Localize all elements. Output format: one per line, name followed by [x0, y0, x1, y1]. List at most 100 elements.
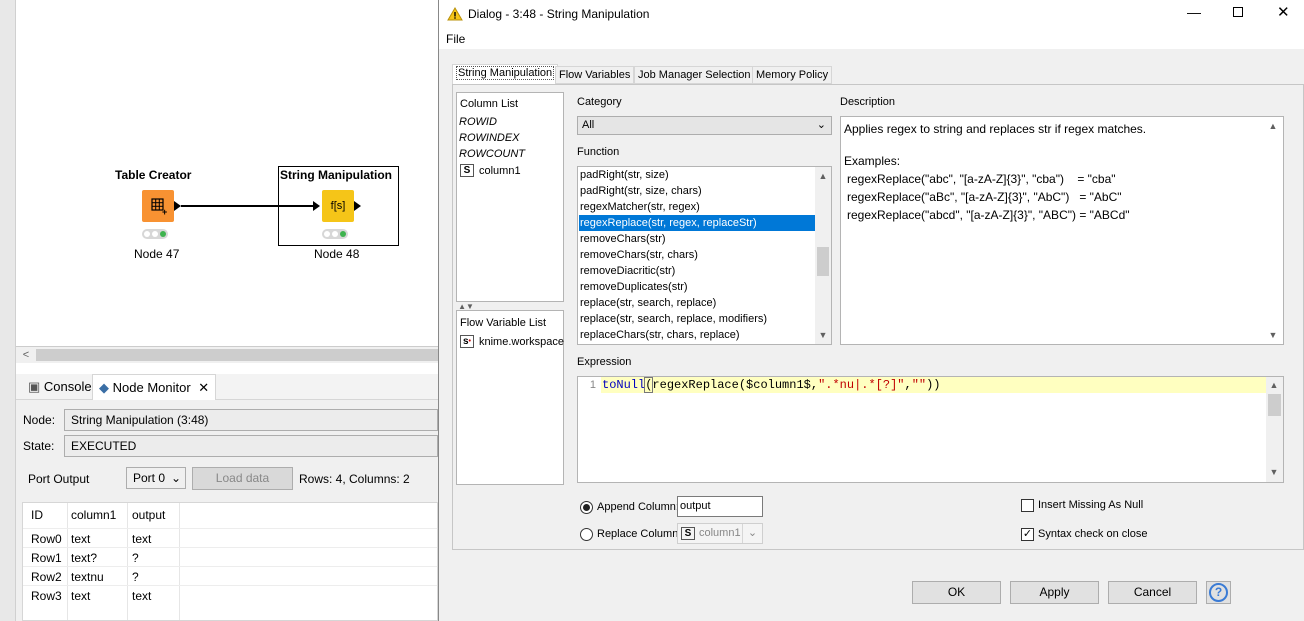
- column-item[interactable]: ROWCOUNT: [459, 148, 525, 160]
- close-icon[interactable]: ✕: [198, 380, 209, 395]
- function-item[interactable]: removeChars(str, chars): [579, 247, 815, 263]
- table-row[interactable]: Row0 text text: [23, 528, 437, 547]
- function-item[interactable]: replace(str, search, replace): [579, 295, 815, 311]
- output-port-icon: [174, 201, 181, 211]
- column-item[interactable]: column1: [479, 165, 521, 177]
- table-header[interactable]: output: [132, 508, 165, 522]
- minimize-icon[interactable]: —: [1187, 4, 1201, 20]
- cancel-button[interactable]: Cancel: [1108, 581, 1197, 604]
- insert-missing-label: Insert Missing As Null: [1038, 499, 1144, 511]
- replace-column-label: Replace Column:: [597, 528, 682, 540]
- load-data-button[interactable]: Load data: [192, 467, 293, 490]
- hscroll-thumb[interactable]: [36, 349, 438, 361]
- example-line: regexReplace("abc", "[a-zA-Z]{3}", "cba"…: [847, 172, 1116, 186]
- port-select[interactable]: Port 0 ⌄: [126, 467, 186, 489]
- node-47-status: [142, 229, 168, 239]
- close-icon[interactable]: ✕: [1277, 3, 1290, 21]
- insert-missing-checkbox[interactable]: [1021, 499, 1034, 512]
- table-cell: Row0: [31, 532, 62, 546]
- function-item[interactable]: regexMatcher(str, regex): [579, 199, 815, 215]
- tab-console[interactable]: ▣ Console: [22, 374, 98, 400]
- function-item[interactable]: padRight(str, size, chars): [579, 183, 815, 199]
- replace-column-select[interactable]: S column1 ⌄: [677, 523, 763, 544]
- expression-editor[interactable]: 1 toNull(regexReplace($column1$,".*nu|.*…: [577, 376, 1284, 483]
- apply-button[interactable]: Apply: [1010, 581, 1099, 604]
- scroll-left-icon[interactable]: <: [20, 349, 32, 361]
- flow-variable-icon: s•: [460, 335, 474, 348]
- column-item[interactable]: ROWINDEX: [459, 132, 520, 144]
- ok-button[interactable]: OK: [912, 581, 1001, 604]
- side-strip: [0, 0, 16, 621]
- scroll-down-icon[interactable]: ▼: [1268, 466, 1280, 478]
- expression-scrollbar[interactable]: ▲ ▼: [1266, 377, 1283, 482]
- expression-label: Expression: [577, 356, 632, 368]
- table-row[interactable]: Row2 textnu?: [23, 566, 437, 585]
- column-item[interactable]: ROWID: [459, 116, 497, 128]
- append-column-label: Append Column:: [597, 501, 679, 513]
- table-header[interactable]: ID: [31, 508, 43, 522]
- node-field: String Manipulation (3:48): [64, 409, 438, 431]
- scroll-up-icon[interactable]: ▲: [1267, 120, 1279, 132]
- warning-icon: [447, 7, 463, 21]
- maximize-icon[interactable]: [1233, 7, 1243, 17]
- scroll-up-icon[interactable]: ▲: [1268, 379, 1280, 391]
- help-button[interactable]: ?: [1206, 581, 1231, 604]
- dialog-menubar: File: [439, 29, 1304, 49]
- state-label: State:: [23, 439, 55, 453]
- function-scrollbar[interactable]: ▲ ▼: [815, 167, 831, 344]
- tab-node-monitor[interactable]: ◆ Node Monitor ✕: [92, 374, 217, 400]
- output-port-icon: [354, 201, 361, 211]
- flow-variable-list-label: Flow Variable List: [460, 317, 546, 329]
- append-column-input[interactable]: output: [677, 496, 763, 517]
- table-cell: text: [132, 532, 152, 546]
- scroll-down-icon[interactable]: ▼: [1267, 329, 1279, 341]
- example-line: regexReplace("abcd", "[a-zA-Z]{3}", "ABC…: [847, 208, 1130, 222]
- workflow-canvas[interactable]: Table Creator + Node 47 String Manipulat…: [16, 0, 438, 346]
- table-cell: Row1: [31, 551, 62, 565]
- chevron-down-icon: ⌄: [816, 119, 826, 131]
- replace-column-radio[interactable]: [580, 528, 593, 541]
- scroll-thumb[interactable]: [1268, 394, 1281, 416]
- line-number: 1: [578, 377, 600, 482]
- table-row[interactable]: Row1 text??: [23, 547, 437, 566]
- function-item[interactable]: padRight(str, size): [579, 167, 815, 183]
- table-header[interactable]: column1: [71, 508, 116, 522]
- category-select[interactable]: All ⌄: [577, 116, 832, 135]
- function-item[interactable]: removeDiacritic(str): [579, 263, 815, 279]
- string-type-icon: S: [460, 164, 474, 177]
- table-cell: text: [71, 532, 91, 546]
- function-item[interactable]: removeDuplicates(str): [579, 279, 815, 295]
- function-item[interactable]: replaceChars(str, chars, replace): [579, 327, 815, 343]
- table-row[interactable]: Row3 text text: [23, 585, 437, 604]
- state-field: EXECUTED: [64, 435, 438, 457]
- scroll-down-icon[interactable]: ▼: [817, 329, 829, 341]
- table-cell: textnu: [71, 570, 104, 584]
- scroll-up-icon[interactable]: ▲: [817, 170, 829, 182]
- function-item[interactable]: regexReplace(str, regex, replaceStr): [579, 215, 815, 231]
- function-item[interactable]: removeChars(str): [579, 231, 815, 247]
- flow-variable-list[interactable]: Flow Variable List s• knime.workspace: [456, 310, 564, 485]
- description-box: Applies regex to string and replaces str…: [840, 116, 1284, 345]
- string-manipulation-node[interactable]: f[s]: [322, 190, 354, 222]
- tab-memory-policy[interactable]: Memory Policy: [752, 66, 833, 84]
- column-list[interactable]: Column List ROWID ROWINDEX ROWCOUNT S co…: [456, 92, 564, 302]
- dialog-titlebar: Dialog - 3:48 - String Manipulation — ✕: [439, 0, 1304, 29]
- tab-job-manager-selection[interactable]: Job Manager Selection: [634, 66, 755, 84]
- table-creator-node[interactable]: +: [142, 190, 174, 222]
- function-list[interactable]: padRight(str, size) padRight(str, size, c…: [577, 166, 832, 345]
- column-list-label: Column List: [460, 98, 519, 110]
- flow-variable-item[interactable]: knime.workspace: [479, 336, 564, 348]
- syntax-check-checkbox[interactable]: ✓: [1021, 528, 1034, 541]
- output-table[interactable]: ID column1 output Row0 text text Row1 text?? Row…: [22, 502, 438, 621]
- function-icon: f[s]: [330, 200, 346, 212]
- svg-text:+: +: [162, 207, 167, 217]
- function-item[interactable]: replace(str, search, replace, modifiers): [579, 311, 815, 327]
- examples-label: Examples:: [844, 154, 901, 168]
- scroll-thumb[interactable]: [817, 247, 829, 276]
- monitor-icon: ◆: [99, 380, 109, 395]
- tab-flow-variables[interactable]: Flow Variables: [555, 66, 635, 84]
- append-column-radio[interactable]: [580, 501, 593, 514]
- expression-line[interactable]: toNull(regexReplace($column1$,".*nu|.*[?…: [601, 377, 1266, 393]
- menu-file[interactable]: File: [446, 32, 465, 46]
- tab-string-manipulation[interactable]: String Manipulation: [452, 64, 559, 84]
